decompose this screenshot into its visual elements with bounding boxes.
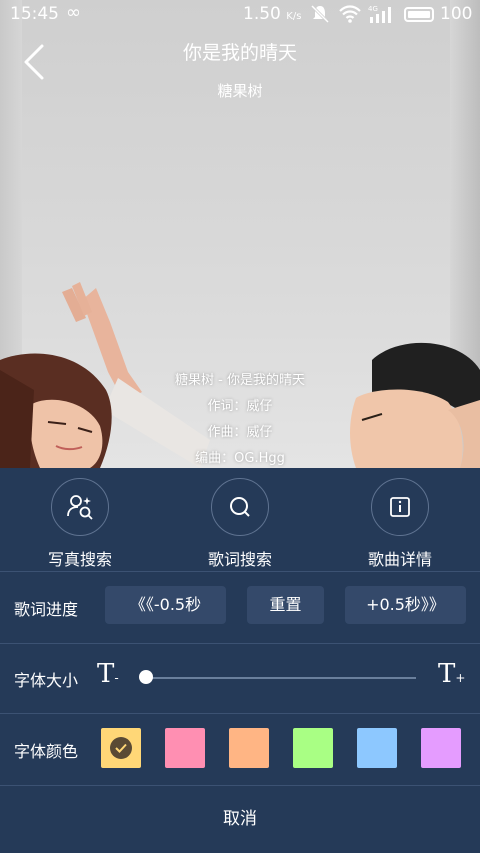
info-icon bbox=[390, 497, 410, 517]
photo-search-label: 写真搜索 bbox=[47, 550, 112, 569]
lyrics-search-button[interactable]: 歌词搜索 bbox=[180, 478, 300, 570]
status-bar: 15:45 ∞ 1.50 K/s 4G 100 bbox=[0, 0, 480, 30]
cellular-signal-icon: 4G bbox=[368, 5, 391, 23]
lyrics-panel: 糖果树 - 你是我的晴天 作词：威仔 作曲：威仔 编曲：OG.Hgg bbox=[0, 372, 480, 476]
network-speed-value: 1.50 bbox=[243, 4, 281, 24]
battery-icon bbox=[404, 7, 434, 22]
network-type: 4G bbox=[368, 5, 378, 13]
color-swatch-purple[interactable] bbox=[421, 728, 461, 768]
status-time: 15:45 bbox=[10, 4, 59, 24]
lyrics-progress-label: 歌词进度 bbox=[14, 600, 79, 619]
color-swatch-yellow[interactable] bbox=[101, 728, 141, 768]
lyrics-reset-button[interactable]: 重置 bbox=[247, 586, 324, 624]
font-color-label: 字体颜色 bbox=[14, 742, 79, 761]
lyrics-search-circle bbox=[211, 478, 269, 536]
divider bbox=[0, 713, 480, 714]
search-icon bbox=[230, 497, 250, 517]
lyrics-minus-button[interactable]: 《《-0.5秒 bbox=[105, 586, 226, 624]
lyrics-settings-sheet: 写真搜索 歌词搜索 歌曲详情 歌词进度 《《-0.5秒 重置 +0.5秒》》 字… bbox=[0, 468, 480, 853]
font-larger-icon[interactable]: T+ bbox=[438, 659, 465, 689]
cancel-button[interactable]: 取消 bbox=[0, 786, 480, 853]
lyrics-search-label: 歌词搜索 bbox=[207, 550, 272, 569]
photo-search-circle bbox=[51, 478, 109, 536]
wifi-icon bbox=[339, 5, 361, 23]
font-size-slider[interactable] bbox=[146, 677, 416, 679]
divider bbox=[0, 571, 480, 572]
color-swatch-pink[interactable] bbox=[165, 728, 205, 768]
network-speed-unit: K/s bbox=[286, 11, 302, 22]
lyric-line: 作曲：威仔 bbox=[207, 425, 273, 440]
font-smaller-icon[interactable]: T- bbox=[97, 659, 119, 689]
color-swatch-green[interactable] bbox=[293, 728, 333, 768]
font-size-slider-thumb[interactable] bbox=[139, 670, 153, 684]
font-size-label: 字体大小 bbox=[14, 671, 79, 690]
lyrics-plus-button[interactable]: +0.5秒》》 bbox=[345, 586, 466, 624]
photo-search-icon bbox=[67, 495, 93, 520]
infinity-icon: ∞ bbox=[66, 2, 81, 23]
mute-bell-icon bbox=[310, 4, 330, 24]
lyric-line: 糖果树 - 你是我的晴天 bbox=[175, 373, 305, 388]
lyric-line: 作词：威仔 bbox=[207, 399, 273, 414]
divider bbox=[0, 643, 480, 644]
network-speed: 1.50 K/s bbox=[243, 4, 301, 24]
action-row: 写真搜索 歌词搜索 歌曲详情 bbox=[0, 468, 480, 570]
photo-search-button[interactable]: 写真搜索 bbox=[20, 478, 140, 570]
song-details-button[interactable]: 歌曲详情 bbox=[340, 478, 460, 570]
song-title: 你是我的晴天 bbox=[182, 42, 297, 64]
battery-level: 100 bbox=[440, 4, 473, 24]
color-swatch-blue[interactable] bbox=[357, 728, 397, 768]
color-swatch-orange[interactable] bbox=[229, 728, 269, 768]
artist-name: 糖果树 bbox=[217, 82, 263, 100]
song-details-circle bbox=[371, 478, 429, 536]
check-icon bbox=[110, 737, 132, 759]
song-details-label: 歌曲详情 bbox=[367, 550, 432, 569]
